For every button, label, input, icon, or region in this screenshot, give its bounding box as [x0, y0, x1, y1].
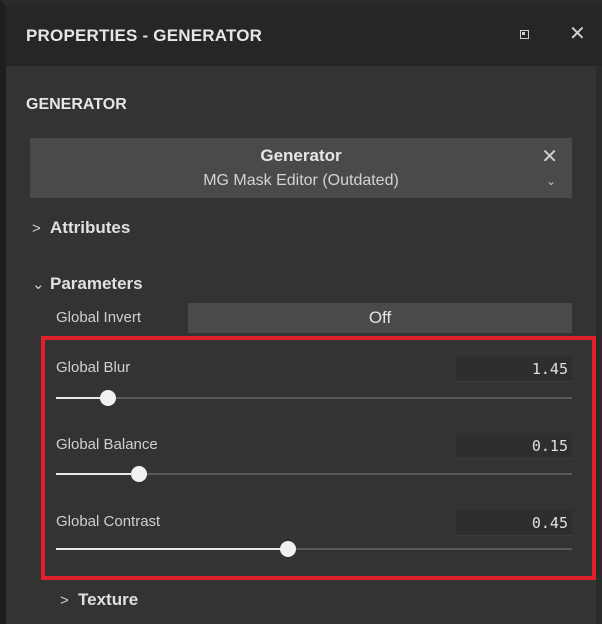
global-contrast-label: Global Contrast	[56, 513, 161, 530]
generator-selector[interactable]: Generator MG Mask Editor (Outdated) ✕ ⌄	[30, 138, 572, 198]
global-blur-label: Global Blur	[56, 359, 131, 376]
global-balance-slider[interactable]	[56, 464, 572, 484]
section-heading: GENERATOR	[26, 96, 127, 113]
global-blur-slider[interactable]	[56, 388, 572, 408]
chevron-down-icon[interactable]: ⌄	[546, 174, 556, 188]
group-header-attributes[interactable]: > Attributes	[32, 218, 130, 238]
generator-title: Generator	[260, 146, 342, 165]
global-balance-label: Global Balance	[56, 436, 158, 453]
slider-thumb[interactable]	[130, 466, 147, 482]
global-blur-value[interactable]: 1.45	[456, 356, 572, 382]
group-header-texture[interactable]: > Texture	[60, 590, 138, 610]
float-window-icon[interactable]	[520, 30, 529, 39]
chevron-down-icon: ⌄	[32, 276, 45, 293]
slider-track	[56, 397, 572, 399]
properties-panel: PROPERTIES - GENERATOR ✕ GENERATOR Gener…	[0, 0, 602, 624]
close-icon[interactable]: ✕	[569, 24, 586, 44]
panel-titlebar: PROPERTIES - GENERATOR ✕	[6, 6, 602, 66]
slider-thumb[interactable]	[99, 390, 116, 406]
chevron-right-icon: >	[60, 592, 69, 609]
slider-fill	[56, 548, 289, 550]
group-header-parameters[interactable]: ⌄ Parameters	[32, 274, 143, 294]
generator-value[interactable]: MG Mask Editor (Outdated)	[30, 172, 572, 190]
group-label-texture: Texture	[78, 590, 139, 609]
global-contrast-value[interactable]: 0.45	[456, 510, 572, 536]
group-label-parameters: Parameters	[50, 274, 143, 293]
panel-title: PROPERTIES - GENERATOR	[26, 26, 263, 45]
slider-thumb[interactable]	[280, 541, 297, 557]
chevron-right-icon: >	[32, 220, 41, 237]
global-invert-toggle[interactable]: Off	[188, 303, 572, 333]
global-invert-label: Global Invert	[56, 309, 142, 326]
scrollbar[interactable]	[596, 66, 602, 624]
group-label-attributes: Attributes	[50, 218, 131, 237]
global-balance-value[interactable]: 0.15	[456, 433, 572, 459]
global-contrast-slider[interactable]	[56, 539, 572, 559]
slider-fill	[56, 473, 139, 475]
remove-generator-icon[interactable]: ✕	[541, 144, 558, 169]
